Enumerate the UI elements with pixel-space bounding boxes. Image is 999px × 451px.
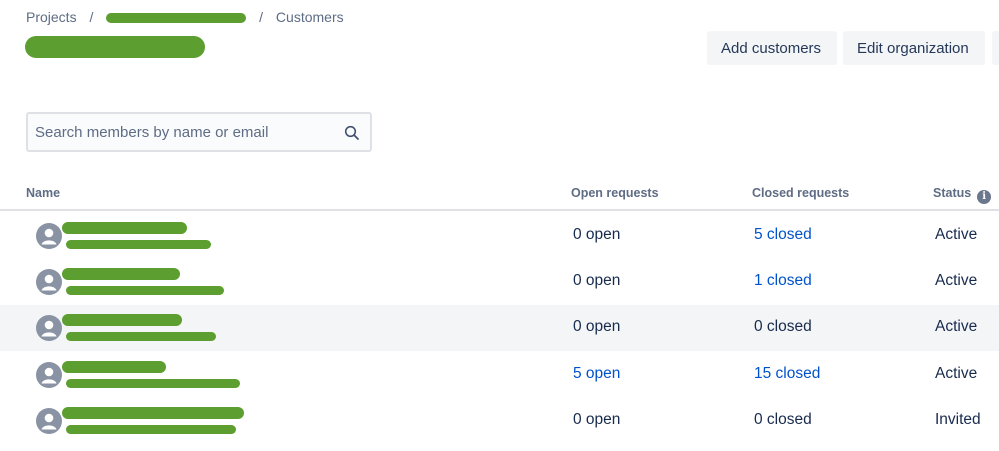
closed-requests-link[interactable]: 15 closed xyxy=(754,365,820,383)
table-header: Name Open requests Closed requests Statu… xyxy=(0,183,999,211)
open-requests-cell: 0 open xyxy=(573,226,621,243)
table-row: 0 open 5 closed Active xyxy=(0,213,999,259)
redacted-email xyxy=(66,332,216,341)
avatar-icon xyxy=(36,315,62,341)
closed-requests-link[interactable]: 5 closed xyxy=(754,226,812,244)
redacted-name[interactable] xyxy=(62,407,244,419)
redacted-email xyxy=(66,425,236,434)
search-input[interactable] xyxy=(28,114,335,150)
search-icon[interactable] xyxy=(344,125,360,141)
page-title-redacted xyxy=(25,36,205,58)
open-requests-cell: 0 open xyxy=(573,411,621,428)
redacted-name[interactable] xyxy=(62,361,166,373)
redacted-name[interactable] xyxy=(62,314,182,326)
redacted-email xyxy=(66,379,240,388)
column-header-status: Status i xyxy=(933,186,992,204)
breadcrumb-separator: / xyxy=(89,9,94,25)
open-requests-cell: 0 open xyxy=(573,272,621,289)
add-customers-button[interactable]: Add customers xyxy=(707,31,837,65)
status-cell: Active xyxy=(935,365,978,382)
column-header-status-label[interactable]: Status xyxy=(933,186,971,200)
open-requests-cell: 0 open xyxy=(573,318,621,335)
breadcrumb-projects[interactable]: Projects xyxy=(26,9,77,25)
column-header-closed-requests[interactable]: Closed requests xyxy=(752,186,849,200)
closed-requests-cell: 0 closed xyxy=(754,318,812,335)
redacted-email xyxy=(66,240,211,249)
avatar-icon xyxy=(36,408,62,434)
edit-organization-button[interactable]: Edit organization xyxy=(843,31,985,65)
closed-requests-cell: 0 closed xyxy=(754,411,812,428)
redacted-email xyxy=(66,286,224,295)
avatar-icon xyxy=(36,362,62,388)
table-row: 0 open 0 closed Active xyxy=(0,305,999,351)
table-row: 0 open 0 closed Invited xyxy=(0,398,999,444)
more-actions-button[interactable] xyxy=(992,31,999,65)
breadcrumb: Projects / / Customers xyxy=(26,9,344,25)
table-row: 0 open 1 closed Active xyxy=(0,259,999,305)
info-icon[interactable]: i xyxy=(977,190,992,204)
search-box xyxy=(26,112,372,152)
column-header-name[interactable]: Name xyxy=(26,186,60,200)
redacted-name[interactable] xyxy=(62,222,187,234)
avatar-icon xyxy=(36,223,62,249)
status-cell: Active xyxy=(935,226,978,243)
redacted-name[interactable] xyxy=(62,268,180,280)
status-cell: Active xyxy=(935,318,978,335)
status-cell: Invited xyxy=(935,411,981,428)
open-requests-link[interactable]: 5 open xyxy=(573,365,620,383)
redacted-project-name[interactable] xyxy=(106,13,247,24)
column-header-open-requests[interactable]: Open requests xyxy=(571,186,659,200)
breadcrumb-separator: / xyxy=(259,9,264,25)
table-row: 5 open 15 closed Active xyxy=(0,352,999,398)
closed-requests-link[interactable]: 1 closed xyxy=(754,272,812,290)
status-cell: Active xyxy=(935,272,978,289)
breadcrumb-customers[interactable]: Customers xyxy=(276,9,344,25)
avatar-icon xyxy=(36,269,62,295)
